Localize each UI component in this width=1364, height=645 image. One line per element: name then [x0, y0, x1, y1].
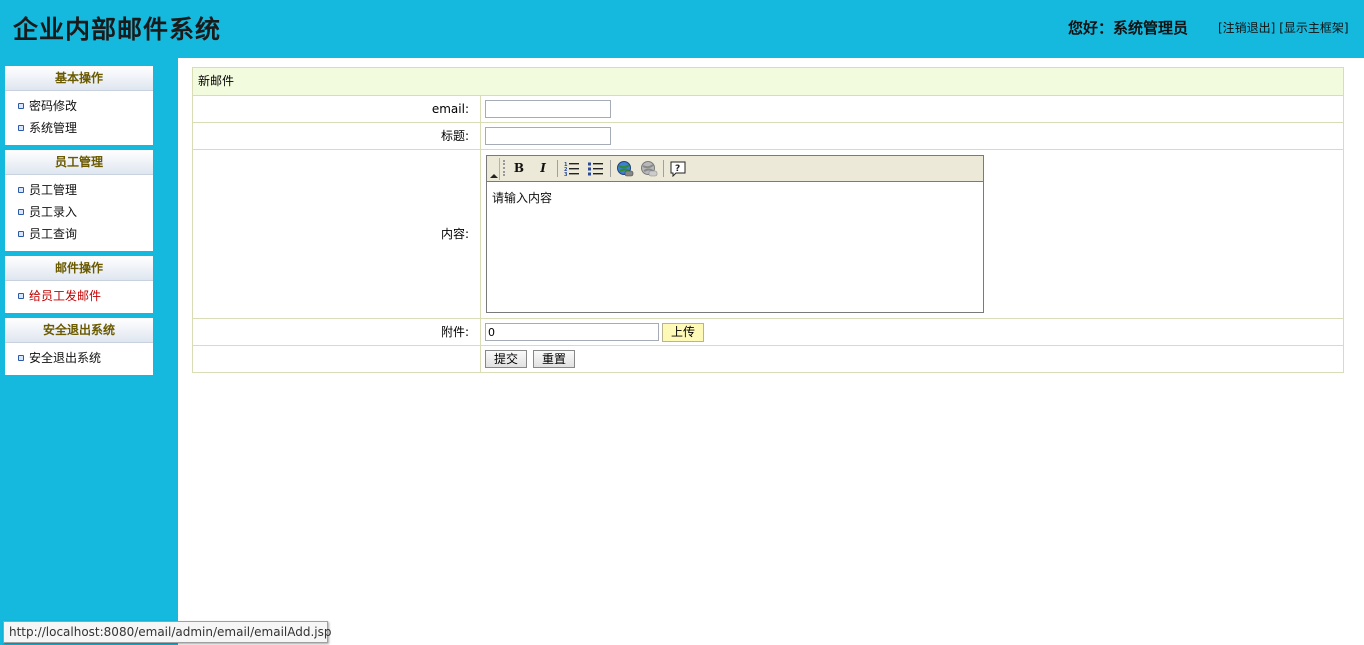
bullet-icon	[18, 293, 24, 299]
user-name: 系统管理员	[1113, 19, 1189, 37]
sidebar-item-safe-exit[interactable]: 安全退出系统	[5, 347, 153, 369]
menu-group-title: 员工管理	[5, 150, 153, 175]
actions-label-cell	[193, 346, 481, 372]
sidebar-item-staff-query[interactable]: 员工查询	[5, 223, 153, 245]
email-row: email:	[193, 95, 1343, 122]
show-main-frame-link[interactable]: [显示主框架]	[1279, 21, 1348, 35]
form-title: 新邮件	[193, 68, 1343, 95]
top-links: [注销退出] [显示主框架]	[1218, 19, 1349, 36]
editor-toolbar: B I 123 ?	[487, 156, 983, 182]
logout-link[interactable]: [注销退出]	[1218, 21, 1275, 35]
bullet-icon	[18, 187, 24, 193]
sidebar-item-label: 员工查询	[29, 227, 78, 241]
email-input[interactable]	[485, 100, 611, 118]
menu-group-title: 安全退出系统	[5, 318, 153, 343]
sidebar-item-label: 系统管理	[29, 121, 78, 135]
ordered-list-icon[interactable]: 123	[562, 159, 582, 178]
sidebar-item-change-password[interactable]: 密码修改	[5, 95, 153, 117]
sidebar-item-label: 密码修改	[29, 99, 78, 113]
bold-icon[interactable]: B	[509, 159, 529, 178]
menu-group-mail: 邮件操作 给员工发邮件	[5, 256, 153, 313]
new-mail-form: 新邮件 email: 标题: 内容: B I 123 ? 请输入内容 附件: 0…	[192, 67, 1344, 373]
attachment-label: 附件:	[193, 319, 481, 345]
email-label: email:	[193, 96, 481, 122]
bullet-icon	[18, 209, 24, 215]
greeting-prefix: 您好：	[1068, 19, 1114, 37]
app-title: 企业内部邮件系统	[13, 15, 222, 44]
toolbar-separator	[663, 160, 664, 177]
rich-text-editor: B I 123 ? 请输入内容	[486, 155, 984, 313]
bullet-icon	[18, 125, 24, 131]
actions-row: 提交 重置	[193, 345, 1343, 372]
attachment-row: 附件: 上传	[193, 318, 1343, 345]
unordered-list-icon[interactable]	[586, 159, 606, 178]
main-content: 新邮件 email: 标题: 内容: B I 123 ? 请输入内容 附件: 0…	[178, 58, 1364, 645]
sidebar-item-label: 安全退出系统	[29, 351, 102, 365]
sidebar-item-staff-management[interactable]: 员工管理	[5, 179, 153, 201]
greeting: 您好：系统管理员	[1068, 17, 1188, 38]
attachment-input[interactable]	[485, 323, 659, 341]
toolbar-grip-icon	[503, 160, 505, 176]
reset-button[interactable]: 重置	[533, 350, 575, 368]
toolbar-collapse-icon[interactable]	[488, 158, 500, 180]
submit-button[interactable]: 提交	[485, 350, 527, 368]
content-label: 内容:	[193, 150, 481, 318]
italic-icon[interactable]: I	[533, 159, 553, 178]
editor-content-area[interactable]: 请输入内容	[487, 183, 983, 312]
subject-label: 标题:	[193, 123, 481, 149]
bullet-icon	[18, 231, 24, 237]
content-row: 内容: B I 123 ? 请输入内容	[193, 149, 1343, 318]
sidebar-item-label: 员工管理	[29, 183, 78, 197]
svg-text:?: ?	[675, 164, 680, 174]
menu-group-staff: 员工管理 员工管理 员工录入 员工查询	[5, 150, 153, 251]
remove-link-icon[interactable]	[639, 159, 659, 178]
sidebar-item-send-mail[interactable]: 给员工发邮件	[5, 285, 153, 307]
menu-group-basic: 基本操作 密码修改 系统管理	[5, 66, 153, 145]
menu-group-title: 基本操作	[5, 66, 153, 91]
menu-group-title: 邮件操作	[5, 256, 153, 281]
sidebar-item-system-management[interactable]: 系统管理	[5, 117, 153, 139]
sidebar-item-staff-entry[interactable]: 员工录入	[5, 201, 153, 223]
bullet-icon	[18, 103, 24, 109]
header-bar: 企业内部邮件系统 您好：系统管理员 [注销退出] [显示主框架]	[0, 0, 1364, 58]
sidebar: 基本操作 密码修改 系统管理 员工管理 员工管理 员工录入 员工查询 邮件操作	[0, 58, 178, 645]
toolbar-separator	[557, 160, 558, 177]
menu-group-exit: 安全退出系统 安全退出系统	[5, 318, 153, 375]
subject-input[interactable]	[485, 127, 611, 145]
bullet-icon	[18, 355, 24, 361]
svg-text:3: 3	[564, 172, 568, 177]
insert-link-icon[interactable]	[615, 159, 635, 178]
subject-row: 标题:	[193, 122, 1343, 149]
sidebar-item-label: 给员工发邮件	[29, 289, 102, 303]
sidebar-item-label: 员工录入	[29, 205, 78, 219]
help-icon[interactable]: ?	[668, 159, 688, 178]
upload-button[interactable]: 上传	[662, 323, 704, 342]
toolbar-separator	[610, 160, 611, 177]
browser-status-url: http://localhost:8080/email/admin/email/…	[3, 621, 332, 643]
